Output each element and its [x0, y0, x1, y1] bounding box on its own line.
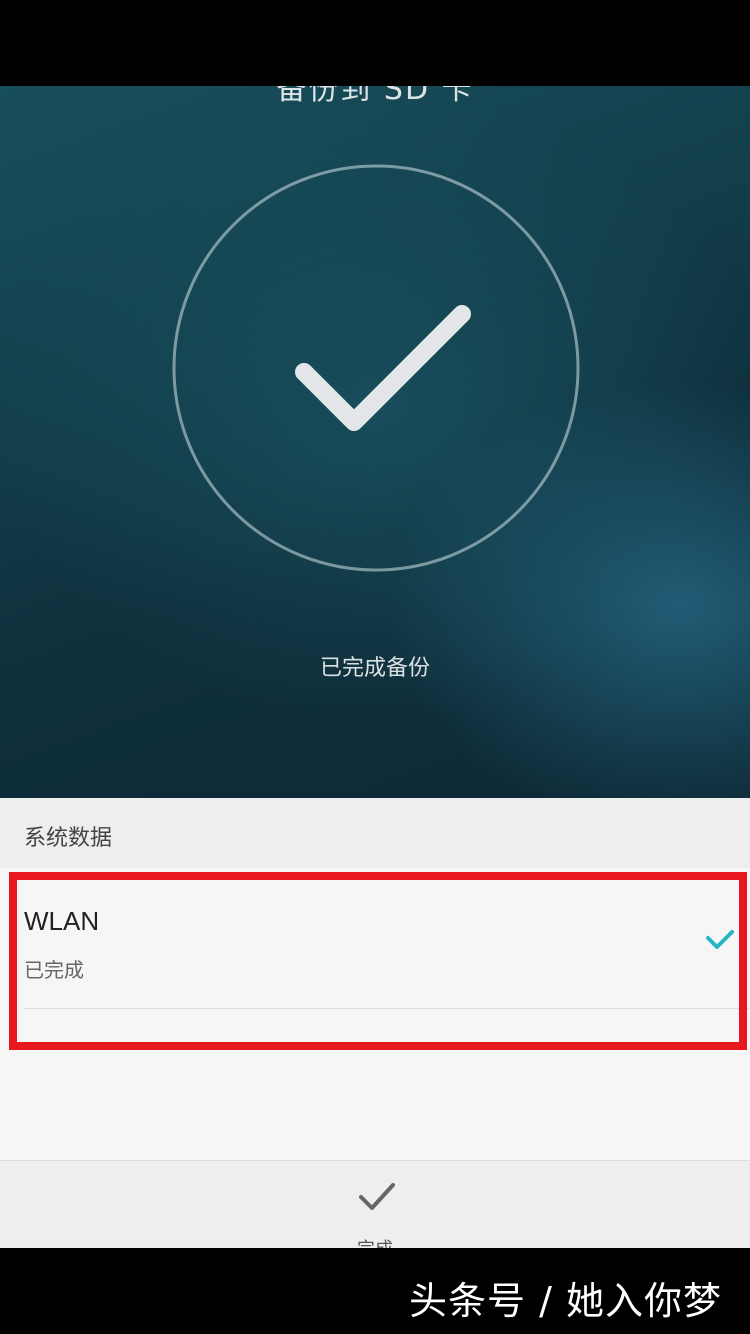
footer-bar: 头条号 / 她入你梦 — [0, 1248, 750, 1334]
backup-status-text: 已完成备份 — [319, 656, 430, 681]
screen: 备份到 SD 卡 已完成备份 系统数据 WLAN 已完成 头条号 / 她入你梦 — [0, 0, 750, 1334]
done-button-label[interactable]: 完成 — [0, 1235, 750, 1249]
section-header-label: 系统数据 — [24, 826, 113, 851]
list-item-title: WLAN — [24, 906, 100, 936]
backup-hero: 备份到 SD 卡 已完成备份 — [0, 86, 750, 798]
page-title: 备份到 SD 卡 — [276, 86, 474, 107]
bottom-action-bar: 完成 — [0, 1160, 750, 1249]
success-ring — [172, 164, 580, 572]
check-icon — [704, 928, 734, 956]
list-item-subtitle: 已完成 — [24, 958, 84, 982]
status-bar — [0, 0, 750, 86]
section-header: 系统数据 — [0, 798, 750, 868]
list-divider — [24, 1008, 750, 1009]
done-check-icon[interactable] — [357, 1179, 397, 1217]
list-item-wlan[interactable]: WLAN 已完成 — [0, 870, 750, 1010]
success-check-icon — [172, 164, 580, 572]
result-sheet: 系统数据 WLAN 已完成 完成 — [0, 798, 750, 1249]
watermark-text: 头条号 / 她入你梦 — [409, 1279, 722, 1323]
